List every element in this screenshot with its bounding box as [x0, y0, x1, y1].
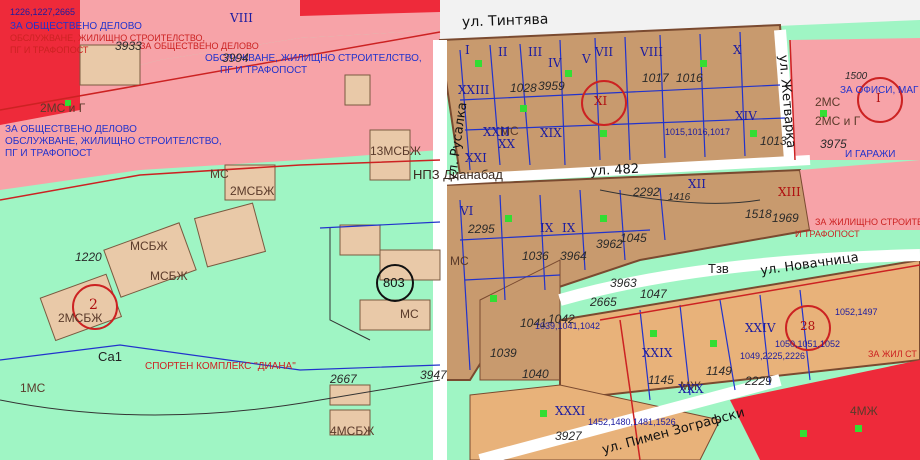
roman-numeral: III — [528, 45, 543, 59]
roman-numeral: IX — [540, 221, 554, 235]
roman-numeral: XII — [688, 177, 707, 191]
roman-numeral: XXXI — [555, 404, 586, 418]
roman-numeral: XXII — [483, 125, 510, 139]
building-label: МС — [210, 167, 229, 181]
parcel-number: 1028 — [510, 81, 537, 95]
roman-numeral: XX — [498, 137, 516, 151]
parcel-number: 2295 — [468, 222, 495, 236]
parcel-number: 1045 — [620, 231, 647, 245]
building-label: 2МС — [815, 95, 841, 109]
building-label: 4МЖ — [850, 404, 878, 418]
parcel-number: 2229 — [745, 374, 772, 388]
circled-803: 803 — [383, 275, 405, 290]
roman-numeral: XXIII — [458, 83, 490, 97]
cadastral-map[interactable]: ул. Тинтява ул. Русалка ул. Жетварка ул.… — [0, 0, 920, 460]
roman-numeral: VI — [460, 204, 474, 218]
circled-i: I — [876, 91, 881, 105]
zone-code: Са1 — [98, 349, 122, 364]
lot-code: 1049,2225,2226 — [740, 351, 806, 361]
roman-numeral: XXIV — [745, 321, 776, 335]
roman-numeral: I — [465, 43, 470, 57]
parcel-number: 3962 — [596, 237, 623, 251]
parcel-number: 1518 — [745, 207, 772, 221]
parcel-number: 2292 — [633, 185, 660, 199]
lot-code: 1452,1480,1481,1526 — [588, 417, 676, 427]
pink-zone-right — [790, 38, 920, 160]
roman-numeral: XIX — [540, 126, 562, 140]
parcel-number: 1013 — [760, 134, 787, 148]
circled-xi: XI — [594, 94, 608, 108]
parcel-number: 3994 — [222, 51, 249, 65]
building-label: МС — [450, 254, 469, 268]
lot-code: 1039,1041,1042 — [535, 321, 601, 331]
roman-numeral: II — [498, 45, 508, 59]
parcel-number: 3927 — [555, 429, 582, 443]
roman-numeral: XIV — [735, 109, 757, 123]
parcel-number: 1500 — [845, 71, 868, 82]
building-label: МСБЖ — [130, 239, 168, 253]
street-tintyava: ул. Тинтява — [461, 11, 549, 31]
roman-numeral: V — [582, 52, 591, 66]
roman-numeral: IX — [562, 221, 576, 235]
zone-note: И ТРАФОПОСТ — [795, 229, 860, 239]
building-label: 4МСБЖ — [330, 424, 375, 438]
zone-note: И ГАРАЖИ — [845, 149, 896, 160]
building-label: МСБЖ — [150, 269, 188, 283]
parcel-number: 3959 — [538, 79, 565, 93]
parcel-number: 3933 — [115, 39, 142, 53]
building-label: 2МС и Г — [815, 114, 861, 128]
parcel-number: 1039 — [490, 346, 517, 360]
circled-28: 28 — [800, 319, 816, 333]
roman-numeral: XXIX — [642, 346, 673, 360]
parcel-number: 1036 — [522, 249, 549, 263]
zone-note: ЗА ОБЩЕСТВЕНО ДЕЛОВО — [10, 21, 142, 32]
parcel-number: 2665 — [590, 295, 617, 309]
parcel-number: 1220 — [75, 250, 102, 264]
roman-numeral: VII — [595, 45, 614, 59]
building-label: 2МС и Г — [40, 101, 86, 115]
parcel-number: 2667 — [330, 372, 357, 386]
lot-code: 1226,1227,2665 — [10, 7, 76, 17]
zone-code: Тзв — [708, 261, 729, 276]
street-482: ул. 482 — [589, 161, 640, 180]
building-label: 2МСБЖ — [58, 311, 103, 325]
parcel-number: 1016 — [676, 71, 703, 85]
parcel-number: 3963 — [610, 276, 637, 290]
lot-code: 1015,1016,1017 — [665, 127, 731, 137]
roman-numeral: VIII — [230, 11, 253, 25]
roman-numeral: IV — [548, 56, 562, 70]
roman-numeral: XXX — [678, 382, 704, 396]
roman-numeral: VIII — [640, 45, 663, 59]
parcel-number: 1149 — [706, 364, 732, 378]
parcel-number: 1416 — [668, 192, 691, 203]
zone-note: ЗА ЖИЛИЩНО СТРОИТЕЛСТВО — [815, 217, 920, 227]
zone-note: ЗА ЖИЛ СТ — [868, 349, 917, 359]
zone-note: ЗА ОБЩЕСТВЕНО ДЕЛОВО — [5, 124, 137, 135]
roman-numeral: X — [733, 43, 742, 57]
lot-code: 1052,1497 — [835, 307, 878, 317]
place-sports-complex: СПОРТЕН КОМПЛЕКС "ДИАНА" — [145, 361, 296, 372]
circled-2: 2 — [89, 297, 98, 313]
parcel-number: 1145 — [648, 373, 674, 387]
building-label: 1МС — [20, 381, 46, 395]
parcel-number: 3964 — [560, 249, 587, 263]
parcel-number: 1047 — [640, 287, 667, 301]
lot-code: 1050,1051,1052 — [775, 339, 841, 349]
parcel-number: 1040 — [522, 367, 549, 381]
zone-note: ПГ И ТРАФОПОСТ — [220, 65, 308, 76]
place-npz-dianabad: НПЗ Дианабад — [413, 167, 503, 182]
building-label: 13МСБЖ — [370, 144, 421, 158]
roman-numeral: XIII — [778, 185, 801, 199]
roman-numeral: XXI — [465, 151, 487, 165]
parcel-number: 1969 — [772, 211, 799, 225]
zone-note: ОБСЛУЖВАНЕ, ЖИЛИЩНО СТРОИТЕЛСТВО, — [5, 136, 222, 147]
zone-note: ПГ И ТРАФОПОСТ — [10, 45, 89, 55]
parcel-number: 3975 — [820, 137, 847, 151]
building-label: 2МСБЖ — [230, 184, 275, 198]
parcel-number: 1017 — [642, 71, 669, 85]
building-label: МС — [400, 307, 419, 321]
parcel-number: 3947 — [420, 368, 447, 382]
zone-note: ЗА ОБЩЕСТВЕНО ДЕЛОВО — [140, 41, 259, 51]
zone-note: ПГ И ТРАФОПОСТ — [5, 148, 93, 159]
